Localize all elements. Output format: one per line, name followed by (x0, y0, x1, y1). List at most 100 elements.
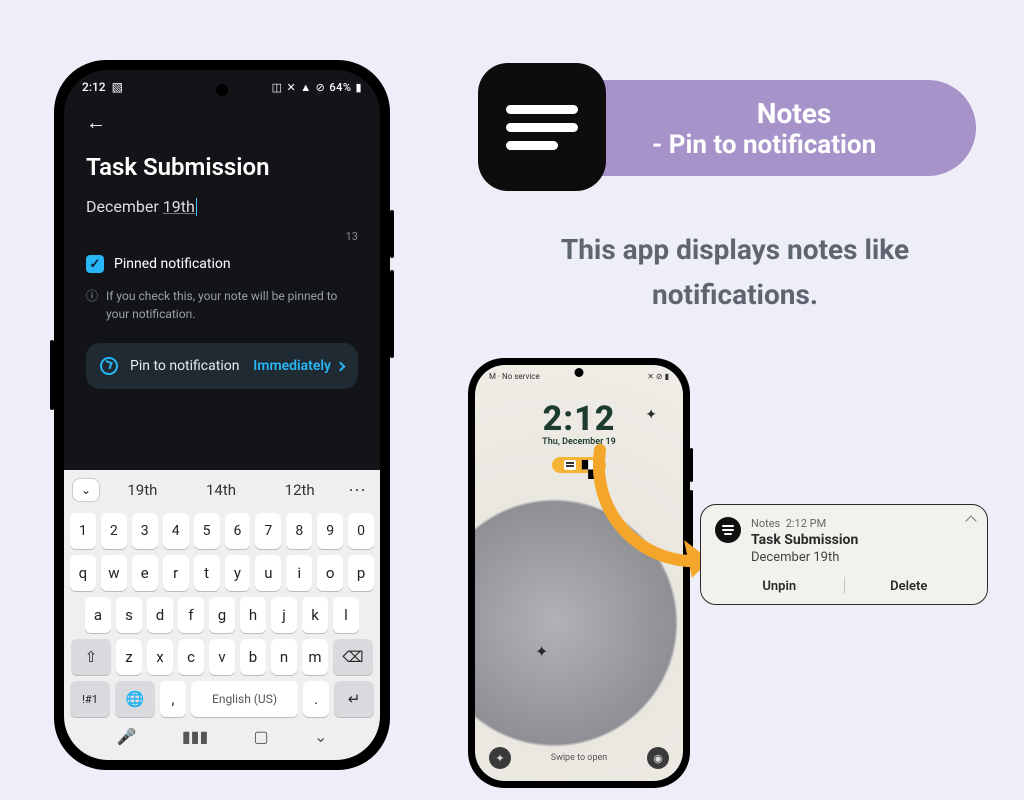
symbols-key[interactable]: !#1 (70, 681, 110, 717)
key-f[interactable]: f (178, 597, 204, 633)
key-row-2: asdfghjkl (64, 594, 380, 636)
delete-button[interactable]: Delete (845, 577, 974, 594)
sparkle-icon: ✦ (535, 642, 548, 661)
notes-mini-icon (564, 460, 576, 470)
dnd-icon: ⊘ (316, 81, 326, 94)
clock-icon (100, 357, 118, 375)
phone-mockup-editor: 2:12 ▧ ◫ ✕ ▲ ⊘ 64% ▮ ← Task Submission D… (54, 60, 390, 770)
key-7[interactable]: 7 (255, 513, 281, 549)
nav-home-icon[interactable]: ▢ (254, 727, 269, 746)
unpin-button[interactable]: Unpin (715, 577, 844, 594)
notif-time: 2:12 PM (786, 517, 826, 530)
shift-key[interactable]: ⇧ (71, 639, 111, 675)
suggestion-2[interactable]: 14th (185, 481, 258, 499)
enter-key[interactable]: ↵ (334, 681, 374, 717)
status-time: 2:12 (82, 80, 106, 94)
chevron-right-icon (336, 361, 346, 371)
key-u[interactable]: u (255, 555, 281, 591)
flashlight-button[interactable]: ✦ (489, 747, 511, 769)
image-mini-icon: ▚ (582, 460, 594, 470)
key-j[interactable]: j (271, 597, 297, 633)
key-8[interactable]: 8 (286, 513, 312, 549)
key-6[interactable]: 6 (225, 513, 251, 549)
key-p[interactable]: p (348, 555, 374, 591)
back-arrow-icon[interactable]: ← (86, 110, 106, 134)
nav-recents-icon[interactable]: ▮▮▮ (182, 727, 208, 746)
mute-icon: ✕ (287, 81, 297, 94)
suggestion-3[interactable]: 12th (263, 481, 336, 499)
notif-body: December 19th (751, 550, 973, 565)
suggestion-1[interactable]: 19th (106, 481, 179, 499)
note-title-input[interactable]: Task Submission (86, 153, 358, 181)
key-w[interactable]: w (101, 555, 127, 591)
phone-mockup-lockscreen: M · No service ✕ ⊘ ▮ 2:12 Thu, December … (468, 358, 690, 788)
key-e[interactable]: e (132, 555, 158, 591)
pin-to-notification-row[interactable]: Pin to notification Immediately (86, 343, 358, 389)
header-title: Notes (652, 97, 976, 130)
key-s[interactable]: s (116, 597, 142, 633)
battery-text: 64% (329, 81, 351, 94)
key-c[interactable]: c (178, 639, 204, 675)
key-row-1: qwertyuiop (64, 552, 380, 594)
key-i[interactable]: i (286, 555, 312, 591)
pin-row-value: Immediately (253, 358, 331, 374)
status-app-icon: ▧ (112, 80, 123, 94)
info-icon: ⓘ (86, 287, 98, 323)
key-9[interactable]: 9 (317, 513, 343, 549)
note-body-input[interactable]: December 19th (86, 197, 358, 216)
backspace-key[interactable]: ⌫ (333, 639, 373, 675)
key-r[interactable]: r (163, 555, 189, 591)
globe-key[interactable]: 🌐 (115, 681, 155, 717)
pinned-checkbox[interactable]: ✓ (86, 255, 104, 273)
pinned-helper-text: If you check this, your note will be pin… (106, 287, 358, 323)
period-key[interactable]: . (303, 681, 329, 717)
key-k[interactable]: k (302, 597, 328, 633)
comma-key[interactable]: , (160, 681, 186, 717)
key-2[interactable]: 2 (101, 513, 127, 549)
key-1[interactable]: 1 (70, 513, 96, 549)
key-4[interactable]: 4 (163, 513, 189, 549)
notification-card[interactable]: Notes 2:12 PM Task Submission December 1… (700, 504, 988, 605)
battery-icon: ▮ (355, 81, 362, 94)
key-g[interactable]: g (209, 597, 235, 633)
text-cursor (196, 198, 198, 216)
key-h[interactable]: h (240, 597, 266, 633)
key-b[interactable]: b (240, 639, 266, 675)
lock-date: Thu, December 19 (475, 437, 683, 447)
space-key[interactable]: English (US) (191, 681, 298, 717)
key-0[interactable]: 0 (348, 513, 374, 549)
key-q[interactable]: q (70, 555, 96, 591)
key-5[interactable]: 5 (194, 513, 220, 549)
key-3[interactable]: 3 (132, 513, 158, 549)
key-a[interactable]: a (85, 597, 111, 633)
suggestions-more-icon[interactable]: ⋯ (342, 480, 372, 501)
wifi-icon: ▲ (300, 81, 311, 94)
key-z[interactable]: z (116, 639, 142, 675)
key-t[interactable]: t (194, 555, 220, 591)
header-subtitle: - Pin to notification (652, 130, 976, 160)
keyboard-hide-icon[interactable]: ⌄ (314, 727, 327, 746)
camera-button[interactable]: ◉ (647, 747, 669, 769)
key-y[interactable]: y (225, 555, 251, 591)
key-x[interactable]: x (147, 639, 173, 675)
lockscreen-notif-chip[interactable]: ▚ (552, 457, 606, 473)
key-v[interactable]: v (209, 639, 235, 675)
soft-keyboard[interactable]: ⌄ 19th 14th 12th ⋯ 1234567890 qwertyuiop… (64, 470, 380, 760)
notif-title: Task Submission (751, 532, 973, 548)
key-row-3: ⇧ zxcvbnm ⌫ (64, 636, 380, 678)
key-d[interactable]: d (147, 597, 173, 633)
pin-row-label: Pin to notification (130, 358, 241, 374)
key-m[interactable]: m (302, 639, 328, 675)
tagline-text: This app displays notes like notificatio… (500, 228, 970, 318)
vibrate-icon: ◫ (272, 81, 283, 94)
keyboard-toolbar-button[interactable]: ⌄ (72, 478, 100, 502)
mic-icon[interactable]: 🎤 (117, 727, 137, 746)
lock-carrier: M · No service (489, 372, 540, 381)
header-pill: Notes - Pin to notification (556, 80, 976, 176)
key-o[interactable]: o (317, 555, 343, 591)
key-row-numbers: 1234567890 (64, 510, 380, 552)
lock-time: 2:12 (475, 399, 683, 439)
key-n[interactable]: n (271, 639, 297, 675)
lock-status-icons: ✕ ⊘ ▮ (647, 372, 669, 381)
key-l[interactable]: l (333, 597, 359, 633)
